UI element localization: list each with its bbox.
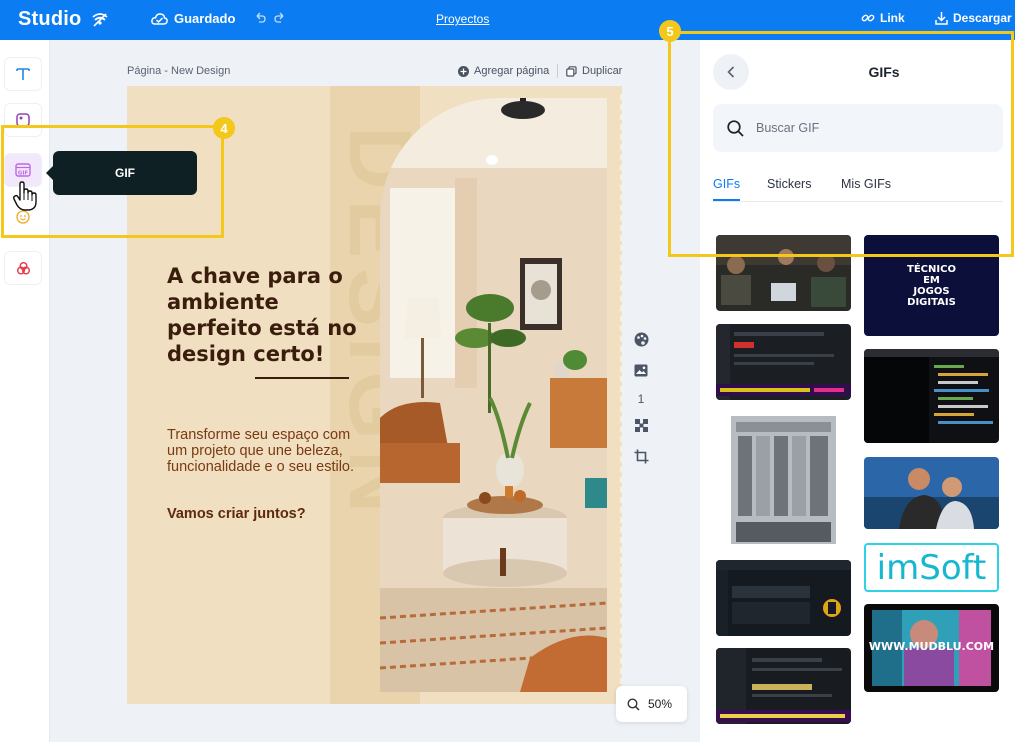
link-label: Link [880, 11, 905, 25]
tooltip-label: GIF [115, 166, 135, 180]
interior-photo[interactable] [380, 98, 607, 692]
page-number: 1 [637, 392, 645, 406]
search-icon [627, 697, 640, 711]
gif-text: TÉCNICO EM JOGOS DIGITAIS [907, 263, 956, 308]
image-tool[interactable] [632, 361, 650, 379]
palette-icon [634, 332, 648, 346]
step-4-badge: 4 [213, 117, 235, 139]
step-5-badge: 5 [659, 20, 681, 42]
tool-rail: GIF [0, 40, 50, 742]
top-bar: Studio Guardado Proyectos Link Descargar [0, 0, 1015, 40]
gif-item[interactable] [716, 648, 851, 724]
divider [557, 64, 558, 78]
download-button[interactable]: Descargar [935, 11, 1012, 25]
headline-text[interactable]: A chave para o ambiente perfeito está no… [167, 263, 377, 367]
gif-search-input[interactable] [756, 121, 976, 135]
body-text[interactable]: Transforme seu espaço com um projeto que… [167, 427, 367, 475]
duplicate-label: Duplicar [582, 65, 623, 77]
undo-icon[interactable] [254, 12, 266, 24]
gif-tooltip: GIF [46, 151, 197, 195]
crop-icon [634, 449, 648, 463]
gif-item[interactable]: WWW.MUDBLU.COM [864, 604, 999, 692]
panel-title: GIFs [868, 64, 900, 80]
grid-tool[interactable] [632, 416, 650, 434]
image-icon [634, 364, 648, 376]
gif-item[interactable] [864, 349, 999, 443]
gif-item[interactable] [864, 457, 999, 529]
design-page[interactable]: DESIGN [127, 86, 622, 704]
crop-tool[interactable] [632, 447, 650, 465]
tab-gifs[interactable]: GIFs [713, 177, 741, 201]
zoom-control[interactable]: 50% [616, 686, 687, 722]
link-icon [861, 14, 875, 22]
search-icon [727, 119, 744, 137]
gif-item[interactable]: imSoft [864, 543, 999, 592]
hand-cursor-icon [12, 181, 37, 211]
rail-brand-button[interactable] [4, 251, 42, 285]
duplicate-button[interactable]: Duplicar [566, 65, 622, 77]
saved-label: Guardado [174, 11, 236, 26]
copy-icon [566, 65, 577, 77]
save-status: Guardado [151, 11, 235, 26]
history-controls [254, 12, 286, 24]
gif-item[interactable]: TÉCNICO EM JOGOS DIGITAIS [864, 235, 999, 336]
cloud-check-icon [151, 12, 168, 25]
rail-text-button[interactable] [4, 57, 42, 91]
rail-elements-button[interactable] [4, 103, 42, 137]
page-title: Página - New Design [127, 65, 231, 77]
tab-my-gifs[interactable]: Mis GIFs [841, 177, 891, 191]
gif-text: imSoft [876, 547, 987, 588]
svg-text:GIF: GIF [18, 171, 29, 177]
cta-text[interactable]: Vamos criar juntos? [167, 506, 306, 522]
gif-item[interactable] [716, 324, 851, 400]
headline-underline [255, 377, 349, 379]
emoji-icon [16, 210, 30, 224]
page-edge [620, 94, 622, 694]
brand-icon [16, 261, 30, 274]
gif-text: WWW.MUDBLU.COM [868, 640, 995, 653]
page-tools: 1 [632, 330, 650, 478]
gif-icon: GIF [15, 163, 31, 177]
gif-item[interactable] [716, 560, 851, 636]
zoom-level: 50% [648, 697, 673, 711]
app-logo[interactable]: Studio [18, 8, 81, 31]
gif-tabs: GIFs Stickers Mis GIFs [713, 177, 1003, 202]
gif-panel: GIFs GIFs Stickers Mis GIFs [700, 40, 1015, 742]
color-tool[interactable] [632, 330, 650, 348]
grid-icon [634, 418, 648, 432]
redo-icon[interactable] [274, 12, 286, 24]
add-page-button[interactable]: Agregar página [458, 65, 549, 77]
gif-item[interactable] [716, 412, 851, 548]
elements-icon [16, 113, 30, 127]
gif-search[interactable] [713, 104, 1003, 152]
projects-link[interactable]: Proyectos [436, 12, 489, 26]
download-icon [935, 12, 948, 25]
download-label: Descargar [953, 11, 1012, 25]
add-page-label: Agregar página [474, 65, 550, 77]
text-icon [16, 68, 30, 80]
link-button[interactable]: Link [861, 11, 905, 25]
tab-stickers[interactable]: Stickers [767, 177, 811, 191]
sync-icon[interactable] [90, 10, 110, 30]
plus-circle-icon [458, 65, 469, 77]
gif-item[interactable] [716, 235, 851, 311]
